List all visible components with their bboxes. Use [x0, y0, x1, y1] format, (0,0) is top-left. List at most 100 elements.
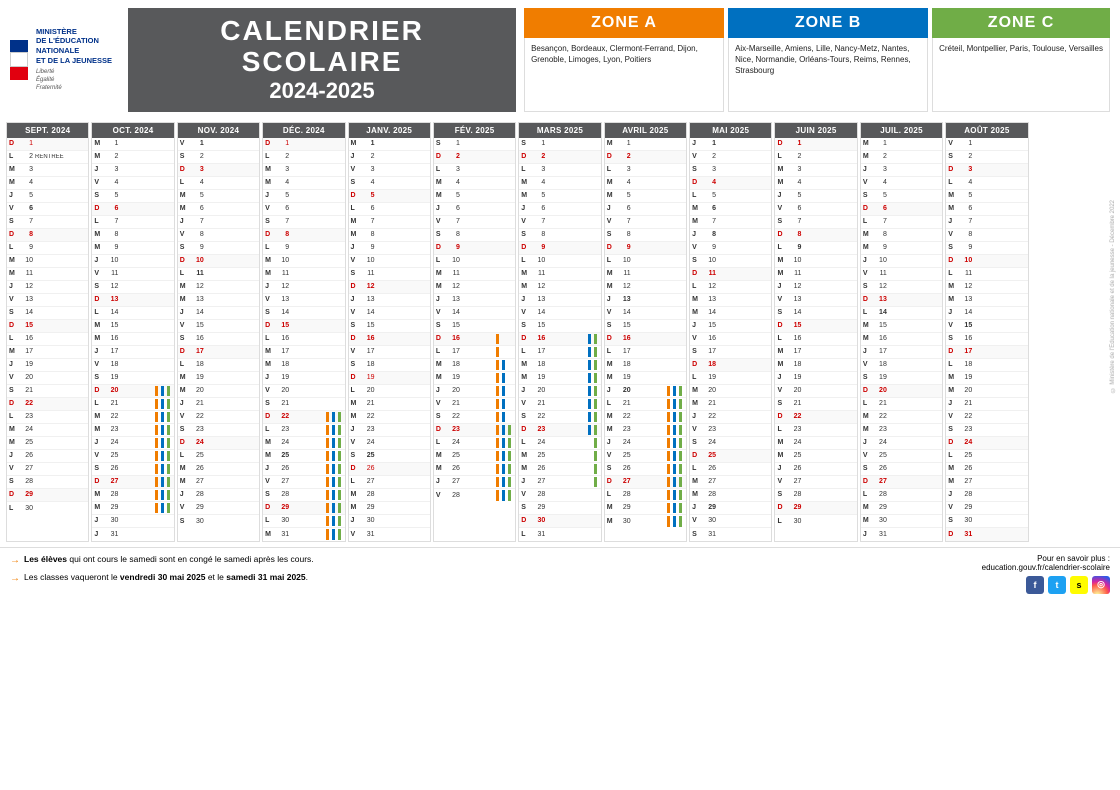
day-row: M4: [7, 177, 88, 190]
day-number: 2: [190, 153, 204, 160]
day-letter: J: [94, 517, 104, 524]
day-letter: M: [948, 478, 958, 485]
day-row: L16: [7, 333, 88, 346]
zone-b-bar-icon: [502, 451, 505, 461]
day-letter: L: [265, 244, 275, 251]
day-row: J27: [434, 476, 515, 489]
day-letter: V: [777, 296, 787, 303]
day-letter: M: [436, 374, 446, 381]
day-row: D22: [7, 398, 88, 411]
day-number: 2: [104, 153, 118, 160]
day-number: 2: [873, 153, 887, 160]
day-letter: M: [94, 413, 104, 420]
day-row: J30: [92, 515, 173, 528]
day-number: 28: [873, 491, 887, 498]
arrow-icon: →: [10, 554, 20, 568]
day-number: 21: [958, 400, 972, 407]
day-letter: M: [436, 270, 446, 277]
day-row: V18: [92, 359, 173, 372]
day-row: M22: [605, 411, 686, 424]
page-header: MINISTÈRE DE L'ÉDUCATION NATIONALE ET DE…: [0, 0, 1120, 118]
zone-a-bar-icon: [496, 451, 499, 461]
day-row: M30: [861, 515, 942, 528]
day-row: D31: [946, 528, 1027, 541]
day-letter: S: [692, 257, 702, 264]
day-letter: M: [777, 257, 787, 264]
zone-c-bar-icon: [508, 438, 511, 448]
zone-b-bar-icon: [332, 529, 335, 540]
day-number: 29: [104, 504, 118, 511]
day-letter: L: [692, 192, 702, 199]
day-letter: D: [436, 153, 446, 160]
day-number: 5: [190, 192, 204, 199]
day-row: M29: [605, 502, 686, 515]
day-row: L4: [946, 177, 1027, 190]
day-row: J24: [92, 437, 173, 450]
day-number: 25: [104, 452, 118, 459]
day-letter: J: [692, 231, 702, 238]
zone-c-bar-icon: [167, 451, 170, 461]
day-letter: D: [863, 205, 873, 212]
day-letter: V: [521, 309, 531, 316]
day-row: J24: [605, 437, 686, 450]
day-row: V13: [775, 294, 856, 307]
day-letter: S: [180, 518, 190, 525]
day-number: 15: [190, 322, 204, 329]
day-letter: V: [265, 387, 275, 394]
day-row: D1: [775, 138, 856, 151]
day-letter: M: [607, 361, 617, 368]
instagram-icon[interactable]: ◎: [1092, 576, 1110, 594]
day-row: J30: [349, 515, 430, 528]
day-row: D6: [92, 203, 173, 216]
day-row: V8: [946, 229, 1027, 242]
day-number: 13: [19, 296, 33, 303]
day-letter: M: [521, 361, 531, 368]
day-number: 23: [702, 426, 716, 433]
zone-a-bar-icon: [667, 425, 670, 435]
day-row: V28: [519, 489, 600, 502]
day-number: 8: [702, 231, 716, 238]
day-number: 9: [873, 244, 887, 251]
day-row: V1: [946, 138, 1027, 151]
day-row: S24: [690, 437, 771, 450]
day-number: 9: [104, 244, 118, 251]
day-letter: S: [692, 166, 702, 173]
day-letter: M: [265, 439, 275, 446]
day-letter: M: [351, 400, 361, 407]
day-letter: S: [948, 517, 958, 524]
day-letter: S: [777, 400, 787, 407]
zone-c-header: ZONE C: [932, 8, 1110, 38]
day-row: V15: [178, 320, 259, 333]
day-number: 9: [531, 244, 545, 251]
day-letter: V: [777, 387, 787, 394]
month-col-2: NOV. 2024V1S2D3L4M5M6J7V8S9D10L11M12M13J…: [177, 122, 260, 542]
day-number: 29: [275, 504, 289, 511]
zone-b-bar-icon: [161, 464, 164, 474]
day-letter: M: [180, 374, 190, 381]
day-number: 24: [958, 439, 972, 446]
day-number: 20: [104, 387, 118, 394]
day-row: M27: [178, 476, 259, 489]
day-number: 15: [275, 322, 289, 329]
zone-b-bar-icon: [332, 451, 335, 461]
day-number: 15: [617, 322, 631, 329]
zone-c-bar-icon: [167, 386, 170, 396]
facebook-icon[interactable]: f: [1026, 576, 1044, 594]
day-row: V11: [861, 268, 942, 281]
day-number: 30: [873, 517, 887, 524]
day-letter: S: [9, 218, 19, 225]
snapchat-icon[interactable]: s: [1070, 576, 1088, 594]
day-letter: J: [607, 205, 617, 212]
twitter-icon[interactable]: t: [1048, 576, 1066, 594]
day-letter: S: [521, 322, 531, 329]
day-row: S4: [349, 177, 430, 190]
day-letter: M: [863, 413, 873, 420]
day-row: L21: [861, 398, 942, 411]
day-number: 6: [446, 205, 460, 212]
day-number: 23: [361, 426, 375, 433]
day-letter: J: [265, 374, 275, 381]
day-letter: M: [521, 179, 531, 186]
zone-b-cities: Aix-Marseille, Amiens, Lille, Nancy-Metz…: [728, 38, 928, 112]
day-letter: V: [863, 452, 873, 459]
day-letter: S: [777, 309, 787, 316]
